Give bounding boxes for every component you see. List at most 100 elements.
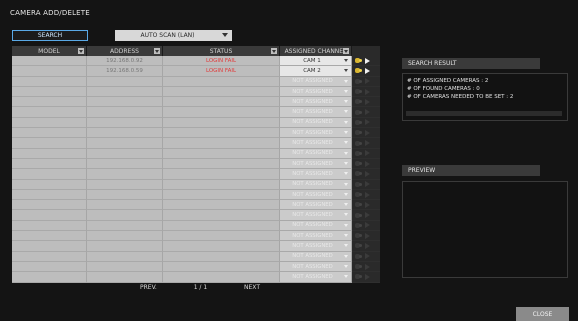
- cell-address: [87, 158, 163, 170]
- cell-assigned-channel[interactable]: CAM 1: [280, 56, 352, 67]
- play-icon[interactable]: [365, 67, 370, 74]
- channel-select[interactable]: CAM 2: [280, 66, 351, 76]
- table-row[interactable]: NOT ASSIGNED: [12, 179, 380, 190]
- play-icon: [365, 170, 370, 177]
- camera-setup-icon: [355, 222, 362, 229]
- table-row[interactable]: NOT ASSIGNED: [12, 158, 380, 170]
- table-row[interactable]: NOT ASSIGNED: [12, 231, 380, 242]
- close-button[interactable]: CLOSE: [516, 307, 569, 321]
- column-header-address[interactable]: ADDRESS: [87, 46, 163, 56]
- cell-assigned-channel[interactable]: NOT ASSIGNED: [280, 76, 352, 87]
- table-row[interactable]: NOT ASSIGNED: [12, 128, 380, 139]
- table-header: MODEL ADDRESS STATUS ASSIGNED CHANNEL: [12, 46, 380, 56]
- cell-assigned-channel[interactable]: NOT ASSIGNED: [280, 158, 352, 170]
- cell-assigned-channel[interactable]: NOT ASSIGNED: [280, 117, 352, 129]
- cell-assigned-channel[interactable]: NOT ASSIGNED: [280, 179, 352, 190]
- cell-assigned-channel[interactable]: NOT ASSIGNED: [280, 148, 352, 159]
- camera-add-delete-window: CAMERA ADD/DELETE SEARCH AUTO SCAN (LAN)…: [0, 0, 578, 321]
- cell-assigned-channel[interactable]: NOT ASSIGNED: [280, 231, 352, 242]
- table-row[interactable]: NOT ASSIGNED: [12, 272, 380, 283]
- channel-select[interactable]: NOT ASSIGNED: [280, 138, 351, 148]
- channel-select[interactable]: NOT ASSIGNED: [280, 76, 351, 86]
- cell-assigned-channel[interactable]: NOT ASSIGNED: [280, 107, 352, 118]
- table-row[interactable]: NOT ASSIGNED: [12, 189, 380, 201]
- channel-select[interactable]: NOT ASSIGNED: [280, 189, 351, 200]
- play-icon: [365, 78, 370, 85]
- table-row[interactable]: 192.168.0.59 LOGIN FAIL CAM 2: [12, 66, 380, 77]
- channel-select[interactable]: NOT ASSIGNED: [280, 148, 351, 158]
- table-row[interactable]: NOT ASSIGNED: [12, 251, 380, 262]
- channel-select[interactable]: CAM 1: [280, 56, 351, 66]
- table-row[interactable]: NOT ASSIGNED: [12, 97, 380, 108]
- table-row[interactable]: NOT ASSIGNED: [12, 148, 380, 159]
- cell-assigned-channel[interactable]: NOT ASSIGNED: [280, 261, 352, 273]
- channel-select[interactable]: NOT ASSIGNED: [280, 97, 351, 107]
- cell-assigned-channel[interactable]: NOT ASSIGNED: [280, 220, 352, 232]
- result-line: # OF ASSIGNED CAMERAS : 2: [407, 78, 489, 84]
- sort-icon[interactable]: [154, 48, 160, 54]
- sort-icon[interactable]: [78, 48, 84, 54]
- channel-select[interactable]: NOT ASSIGNED: [280, 200, 351, 210]
- cell-assigned-channel[interactable]: NOT ASSIGNED: [280, 86, 352, 98]
- channel-select[interactable]: NOT ASSIGNED: [280, 169, 351, 179]
- table-row[interactable]: NOT ASSIGNED: [12, 86, 380, 98]
- cell-assigned-channel[interactable]: NOT ASSIGNED: [280, 272, 352, 283]
- channel-select[interactable]: NOT ASSIGNED: [280, 107, 351, 117]
- column-header-model[interactable]: MODEL: [12, 46, 87, 56]
- cell-assigned-channel[interactable]: NOT ASSIGNED: [280, 169, 352, 180]
- table-row[interactable]: NOT ASSIGNED: [12, 220, 380, 232]
- channel-select[interactable]: NOT ASSIGNED: [280, 210, 351, 220]
- camera-setup-icon[interactable]: [355, 67, 362, 74]
- cell-assigned-channel[interactable]: NOT ASSIGNED: [280, 251, 352, 262]
- channel-select-value: NOT ASSIGNED: [292, 109, 333, 116]
- channel-select[interactable]: NOT ASSIGNED: [280, 251, 351, 261]
- table-row[interactable]: NOT ASSIGNED: [12, 241, 380, 252]
- table-row[interactable]: NOT ASSIGNED: [12, 169, 380, 180]
- cell-assigned-channel[interactable]: NOT ASSIGNED: [280, 97, 352, 108]
- play-icon[interactable]: [365, 57, 370, 64]
- scan-mode-dropdown[interactable]: AUTO SCAN (LAN): [115, 30, 232, 41]
- camera-setup-icon[interactable]: [355, 57, 362, 64]
- channel-select[interactable]: NOT ASSIGNED: [280, 261, 351, 272]
- channel-select[interactable]: NOT ASSIGNED: [280, 231, 351, 241]
- channel-select[interactable]: NOT ASSIGNED: [280, 241, 351, 251]
- cell-assigned-channel[interactable]: NOT ASSIGNED: [280, 128, 352, 139]
- channel-select[interactable]: NOT ASSIGNED: [280, 117, 351, 128]
- prev-page-button[interactable]: PREV.: [140, 284, 157, 294]
- channel-select[interactable]: NOT ASSIGNED: [280, 272, 351, 282]
- channel-select[interactable]: NOT ASSIGNED: [280, 220, 351, 231]
- sort-icon[interactable]: [343, 48, 349, 54]
- column-header-assigned-channel[interactable]: ASSIGNED CHANNEL: [280, 46, 352, 56]
- sort-icon[interactable]: [271, 48, 277, 54]
- table-row[interactable]: NOT ASSIGNED: [12, 76, 380, 87]
- cell-address: [87, 169, 163, 180]
- result-scrollbar[interactable]: [406, 111, 562, 116]
- cell-assigned-channel[interactable]: NOT ASSIGNED: [280, 189, 352, 201]
- next-page-button[interactable]: NEXT: [244, 284, 260, 294]
- table-row[interactable]: 192.168.0.92 LOGIN FAIL CAM 1: [12, 56, 380, 67]
- table-row[interactable]: NOT ASSIGNED: [12, 261, 380, 273]
- cell-assigned-channel[interactable]: NOT ASSIGNED: [280, 210, 352, 221]
- table-row[interactable]: NOT ASSIGNED: [12, 117, 380, 129]
- cell-address: [87, 251, 163, 262]
- cell-assigned-channel[interactable]: CAM 2: [280, 66, 352, 77]
- chevron-down-icon: [344, 59, 348, 62]
- table-row[interactable]: NOT ASSIGNED: [12, 107, 380, 118]
- table-row[interactable]: NOT ASSIGNED: [12, 210, 380, 221]
- channel-select[interactable]: NOT ASSIGNED: [280, 158, 351, 169]
- row-actions: [352, 107, 380, 118]
- column-header-status[interactable]: STATUS: [163, 46, 280, 56]
- cell-model: [12, 158, 87, 170]
- table-row[interactable]: NOT ASSIGNED: [12, 138, 380, 149]
- cell-assigned-channel[interactable]: NOT ASSIGNED: [280, 200, 352, 211]
- search-button[interactable]: SEARCH: [12, 30, 88, 41]
- chevron-down-icon: [344, 100, 348, 104]
- channel-select[interactable]: NOT ASSIGNED: [280, 86, 351, 97]
- play-icon: [365, 232, 370, 239]
- table-row[interactable]: NOT ASSIGNED: [12, 200, 380, 211]
- cell-assigned-channel[interactable]: NOT ASSIGNED: [280, 138, 352, 149]
- cell-assigned-channel[interactable]: NOT ASSIGNED: [280, 241, 352, 252]
- channel-select[interactable]: NOT ASSIGNED: [280, 128, 351, 138]
- channel-select[interactable]: NOT ASSIGNED: [280, 179, 351, 189]
- cell-model: [12, 261, 87, 273]
